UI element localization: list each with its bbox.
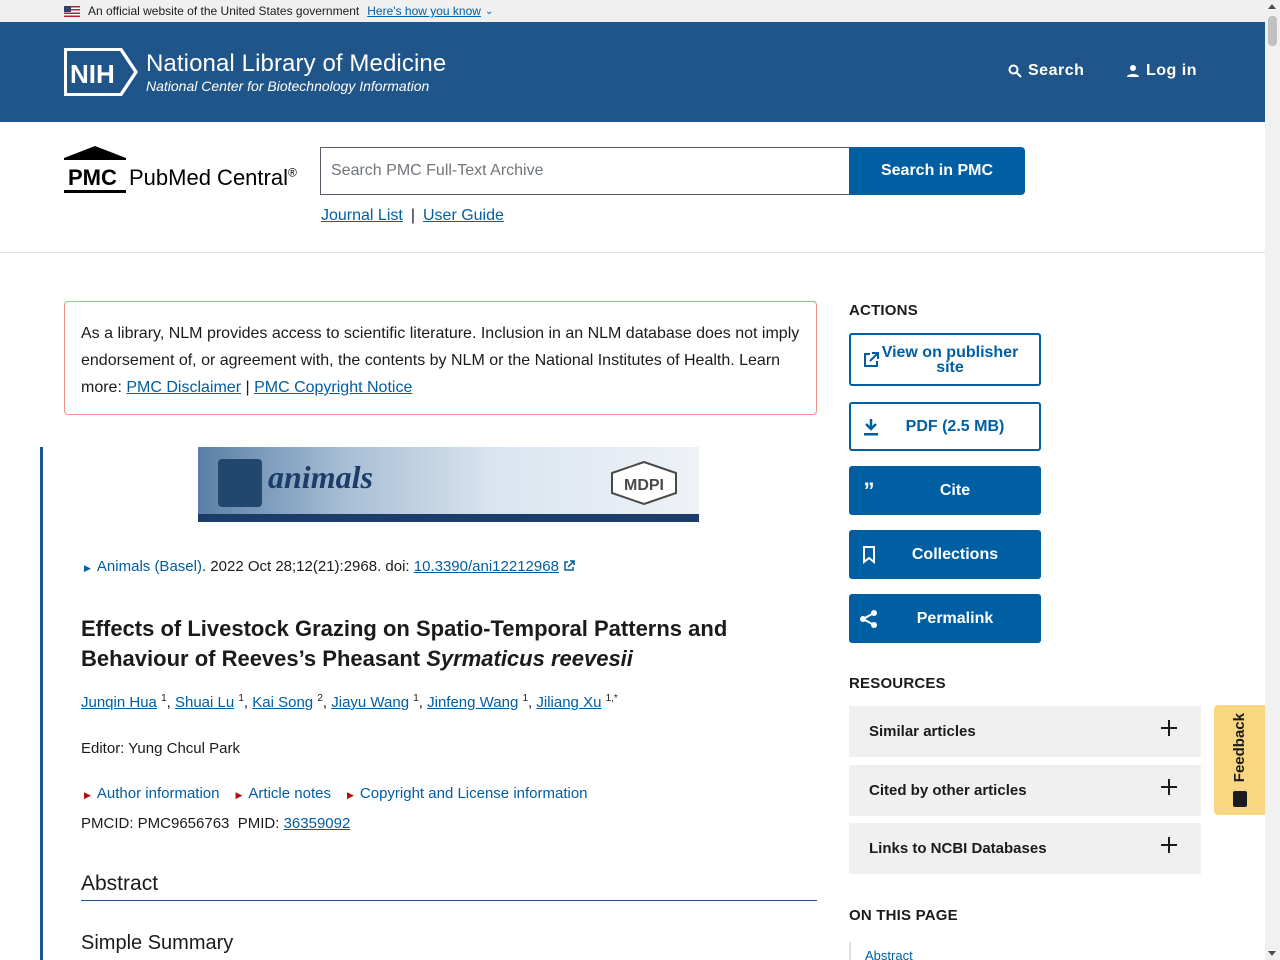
pdf-download-button[interactable]: PDF (2.5 MB) [849, 402, 1041, 451]
gov-banner: An official website of the United States… [0, 0, 1265, 22]
nlm-title[interactable]: National Library of Medicine [146, 50, 446, 78]
animals-journal-icon [218, 459, 262, 507]
chevron-down-icon[interactable]: ⌄ [485, 6, 493, 17]
article-ids: PMCID: PMC9656763 PMID: 36359092 [81, 815, 350, 832]
plus-icon [1161, 779, 1177, 795]
header-search-button[interactable]: Search [1008, 62, 1084, 80]
us-flag-icon [64, 5, 80, 17]
header-search-label: Search [1028, 62, 1085, 79]
copyright-license-toggle[interactable]: ▶ Copyright and License information [347, 785, 588, 802]
journal-banner[interactable]: animals MDPI [198, 447, 699, 522]
author-link[interactable]: Shuai Lu [175, 694, 234, 711]
pmc-copyright-link[interactable]: PMC Copyright Notice [254, 379, 412, 396]
nlm-disclaimer: As a library, NLM provides access to sci… [64, 301, 817, 415]
plus-icon [1161, 720, 1177, 736]
collections-button[interactable]: Collections [849, 530, 1041, 579]
how-you-know-link[interactable]: Here's how you know [367, 4, 481, 18]
citation-text: . 2022 Oct 28;12(21):2968. doi: [201, 558, 414, 575]
disclaimer-sep: | [241, 379, 255, 396]
article-editor: Editor: Yung Chcul Park [81, 740, 240, 757]
plus-icon [1161, 837, 1177, 853]
external-link-icon [564, 560, 575, 571]
pmcid-text: PMCID: PMC9656763 PMID: [81, 815, 284, 832]
author-link[interactable]: Jiayu Wang [331, 694, 409, 711]
login-button[interactable]: Log in [1126, 62, 1197, 80]
author-link[interactable]: Jinfeng Wang [427, 694, 518, 711]
pmc-search-area: PMC PubMed Central® Search in PMC Journa… [0, 122, 1265, 253]
permalink-button[interactable]: Permalink [849, 594, 1041, 643]
pmc-search-input[interactable] [320, 147, 850, 195]
journal-banner-name: animals [268, 459, 373, 495]
article-title: Effects of Livestock Grazing on Spatio-T… [81, 616, 728, 671]
login-label: Log in [1146, 62, 1197, 79]
bookmark-icon [859, 545, 879, 565]
pmid-link[interactable]: 36359092 [284, 815, 351, 832]
nih-header: NIH National Library of Medicine Nationa… [0, 22, 1265, 122]
simple-summary-heading: Simple Summary [81, 932, 234, 954]
journal-name-link[interactable]: Animals (Basel) [97, 558, 202, 575]
pmc-logo-mark: PMC [64, 163, 126, 193]
feedback-label: Feedback [1231, 713, 1248, 783]
gov-banner-text: An official website of the United States… [88, 4, 360, 18]
svg-text:MDPI: MDPI [624, 477, 664, 494]
species-name: Syrmaticus reevesii [426, 646, 633, 671]
pmc-roof-icon [64, 146, 126, 160]
view-publisher-site-button[interactable]: View on publisher site [849, 333, 1041, 386]
banner-strip [198, 514, 699, 522]
author-information-toggle[interactable]: ▶ Author information [84, 785, 220, 802]
scroll-up-arrow-icon[interactable] [1268, 4, 1276, 9]
otp-abstract-link[interactable]: Abstract [865, 948, 913, 960]
link-separator: | [410, 207, 415, 224]
feedback-button[interactable]: Feedback [1214, 705, 1265, 815]
ncbi-subtitle: National Center for Biotechnology Inform… [146, 78, 430, 94]
share-icon [859, 609, 879, 629]
resources-heading: RESOURCES [849, 675, 946, 692]
ncbi-links-accordion[interactable]: Links to NCBI Databases [849, 823, 1201, 874]
search-in-pmc-button[interactable]: Search in PMC [849, 147, 1025, 195]
journal-list-link[interactable]: Journal List [321, 207, 403, 224]
feedback-icon [1232, 790, 1247, 807]
on-this-page-heading: ON THIS PAGE [849, 907, 958, 924]
expand-triangle-icon[interactable]: ▶ [84, 563, 91, 573]
cited-by-accordion[interactable]: Cited by other articles [849, 765, 1201, 816]
author-list: Junqin Hua 1, Shuai Lu 1, Kai Song 2, Ji… [81, 693, 618, 711]
pmc-logo-name: PubMed Central® [129, 165, 297, 190]
pmc-logo[interactable]: PMC PubMed Central® [64, 146, 314, 196]
external-link-icon [861, 350, 881, 370]
abstract-heading: Abstract [81, 872, 817, 901]
doi-link[interactable]: 10.3390/ani12212968 [414, 558, 559, 575]
author-link[interactable]: Junqin Hua [81, 694, 157, 711]
citation-line: ▶ Animals (Basel). 2022 Oct 28;12(21):296… [84, 558, 575, 575]
article-notes-toggle[interactable]: ▶ Article notes [236, 785, 331, 802]
article-meta-links: ▶ Author information ▶ Article notes ▶ Copy… [84, 785, 588, 802]
author-link[interactable]: Jiliang Xu [536, 694, 601, 711]
download-icon [861, 417, 881, 437]
search-icon [1008, 64, 1022, 78]
cite-button[interactable]: ” Cite [849, 466, 1041, 515]
scroll-thumb[interactable] [1268, 16, 1277, 46]
actions-heading: ACTIONS [849, 302, 918, 319]
user-icon [1127, 65, 1139, 77]
article-accent-bar [40, 447, 43, 960]
nih-logo-text: NIH [70, 59, 115, 89]
author-link[interactable]: Kai Song [252, 694, 313, 711]
page-scrollbar[interactable] [1265, 0, 1280, 960]
user-guide-link[interactable]: User Guide [423, 207, 504, 224]
nih-logo[interactable]: NIH [64, 48, 138, 96]
quote-icon: ” [863, 477, 875, 503]
pmc-sub-links: Journal List | User Guide [321, 207, 504, 225]
scroll-down-arrow-icon[interactable] [1268, 951, 1276, 956]
pmc-disclaimer-link[interactable]: PMC Disclaimer [126, 379, 241, 396]
similar-articles-accordion[interactable]: Similar articles [849, 706, 1201, 757]
mdpi-logo: MDPI [611, 461, 677, 505]
on-this-page-rail [849, 942, 851, 960]
